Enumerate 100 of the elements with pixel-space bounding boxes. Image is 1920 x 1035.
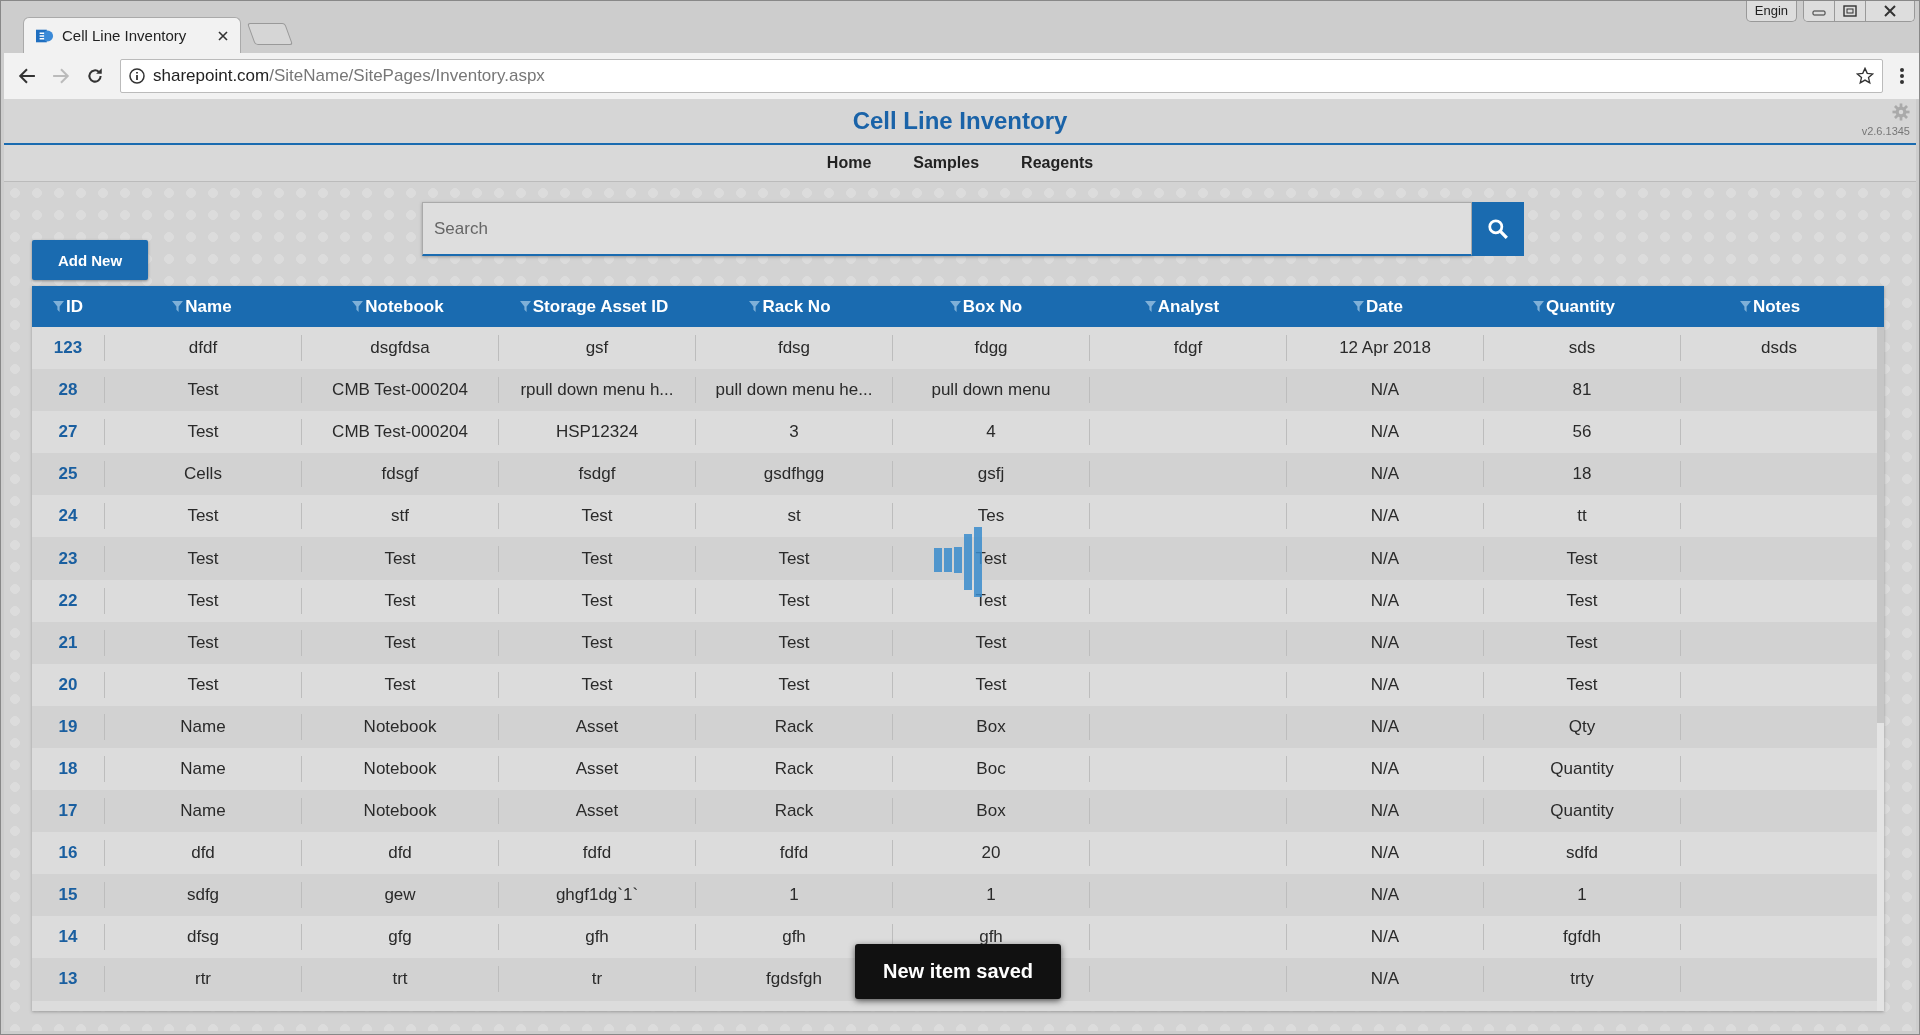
- nav-link[interactable]: Reagents: [1021, 154, 1094, 172]
- menu-icon[interactable]: [1899, 67, 1905, 85]
- column-header[interactable]: Notebook: [365, 296, 444, 317]
- column-header[interactable]: ID: [66, 296, 83, 317]
- id-link[interactable]: 123: [53, 338, 83, 359]
- tab-title: Cell Line Inventory: [62, 27, 188, 44]
- forward-icon[interactable]: [52, 67, 70, 85]
- id-link[interactable]: 24: [58, 506, 78, 527]
- column-header[interactable]: Rack No: [762, 296, 831, 317]
- id-link[interactable]: 22: [58, 590, 78, 611]
- table-cell: Test: [187, 674, 219, 695]
- id-link[interactable]: 25: [58, 464, 78, 485]
- table-cell: Test: [975, 590, 1007, 611]
- table-cell: gfh: [782, 927, 806, 948]
- table-cell: Test: [581, 590, 613, 611]
- table-cell: sds: [1568, 338, 1596, 359]
- table-cell: HSP12324: [555, 422, 639, 443]
- filter-icon[interactable]: [1144, 301, 1156, 312]
- address-bar[interactable]: sharepoint.com/SiteName/SitePages/Inventory.aspx: [120, 59, 1883, 93]
- table-cell: stf: [391, 506, 409, 527]
- column-header[interactable]: Analyst: [1157, 296, 1220, 317]
- id-link[interactable]: 27: [58, 422, 78, 443]
- info-icon: [129, 68, 145, 84]
- table-cell: Rack: [774, 716, 814, 737]
- id-link[interactable]: 28: [58, 380, 78, 401]
- column-header[interactable]: Name: [185, 296, 232, 317]
- search-field[interactable]: Search: [422, 202, 1472, 256]
- table-cell: gew: [384, 885, 416, 906]
- table-cell: Test: [778, 548, 810, 569]
- table-cell: Test: [581, 674, 613, 695]
- settings-icon[interactable]: [1892, 103, 1910, 121]
- table-cell: fdgg: [974, 338, 1008, 359]
- table-cell: Name: [180, 716, 226, 737]
- table-cell: Test: [581, 632, 613, 653]
- id-link[interactable]: 21: [58, 632, 78, 653]
- table-cell: trty: [1570, 969, 1594, 990]
- id-link[interactable]: 15: [58, 885, 78, 906]
- column-header[interactable]: Quantity: [1546, 296, 1615, 317]
- table-cell: N/A: [1370, 843, 1400, 864]
- scrollbar-thumb[interactable]: [1877, 327, 1884, 723]
- search-button[interactable]: [1472, 202, 1524, 256]
- table-cell: 56: [1572, 422, 1592, 443]
- table-cell: Test: [187, 548, 219, 569]
- filter-icon[interactable]: [1533, 301, 1544, 312]
- table-cell: fdfd: [779, 843, 809, 864]
- table-cell: Notebook: [363, 759, 437, 779]
- id-link[interactable]: 20: [58, 674, 78, 695]
- filter-icon[interactable]: [949, 301, 961, 312]
- table-cell: N/A: [1370, 380, 1400, 401]
- table-cell: Notebook: [363, 801, 437, 822]
- id-link[interactable]: 14: [58, 927, 78, 948]
- table-cell: Quantity: [1550, 801, 1614, 822]
- close-button[interactable]: [1866, 1, 1914, 21]
- browser-tab[interactable]: Cell Line Inventory: [23, 17, 241, 53]
- nav-link[interactable]: Samples: [913, 154, 980, 172]
- table-cell: Test: [1566, 548, 1598, 569]
- language-indicator: Engin: [1745, 1, 1797, 22]
- filter-icon[interactable]: [519, 301, 531, 312]
- bookmark-star-icon[interactable]: [1856, 67, 1874, 85]
- id-link[interactable]: 13: [58, 969, 78, 990]
- new-tab-button[interactable]: [247, 23, 293, 45]
- reload-icon[interactable]: [86, 67, 104, 85]
- table-cell: Rack: [774, 801, 814, 822]
- filter-icon[interactable]: [352, 301, 364, 312]
- id-link[interactable]: 18: [58, 759, 78, 779]
- column-header[interactable]: Storage Asset ID: [532, 296, 669, 317]
- table-cell: CMB Test-000204: [332, 380, 468, 401]
- id-link[interactable]: 23: [58, 548, 78, 569]
- table-cell: N/A: [1370, 927, 1400, 948]
- version-label: v2.6.1345: [1861, 125, 1910, 137]
- column-header[interactable]: Date: [1366, 296, 1403, 317]
- table-cell: Test: [975, 674, 1007, 695]
- id-link[interactable]: 17: [58, 801, 78, 822]
- table-cell: Test: [384, 548, 416, 569]
- id-link[interactable]: 19: [58, 716, 78, 737]
- minimize-button[interactable]: [1804, 1, 1835, 21]
- filter-icon[interactable]: [1353, 301, 1365, 312]
- table-cell: 81: [1572, 380, 1592, 401]
- filter-icon[interactable]: [1739, 301, 1751, 312]
- filter-icon[interactable]: [749, 301, 761, 312]
- table-cell: Notebook: [363, 716, 437, 737]
- close-icon[interactable]: [218, 30, 228, 41]
- column-header[interactable]: Box No: [962, 296, 1023, 317]
- table-cell: Test: [581, 506, 613, 527]
- table-cell: Test: [187, 590, 219, 611]
- table-cell: CMB Test-000204: [332, 422, 468, 443]
- add-new-button[interactable]: Add New: [32, 240, 148, 280]
- table-cell: sdfg: [186, 885, 220, 906]
- table-cell: 1: [1577, 885, 1587, 906]
- column-header[interactable]: Notes: [1752, 296, 1801, 317]
- nav-link[interactable]: Home: [826, 154, 872, 172]
- table-cell: rtr: [194, 969, 211, 990]
- maximize-button[interactable]: [1835, 1, 1866, 21]
- back-icon[interactable]: [18, 67, 36, 85]
- filter-icon[interactable]: [53, 301, 64, 312]
- table-cell: 3: [789, 422, 799, 443]
- table-cell: Cells: [184, 464, 222, 485]
- filter-icon[interactable]: [172, 301, 184, 312]
- id-link[interactable]: 16: [58, 843, 78, 864]
- table-cell: fdsgf: [381, 464, 419, 485]
